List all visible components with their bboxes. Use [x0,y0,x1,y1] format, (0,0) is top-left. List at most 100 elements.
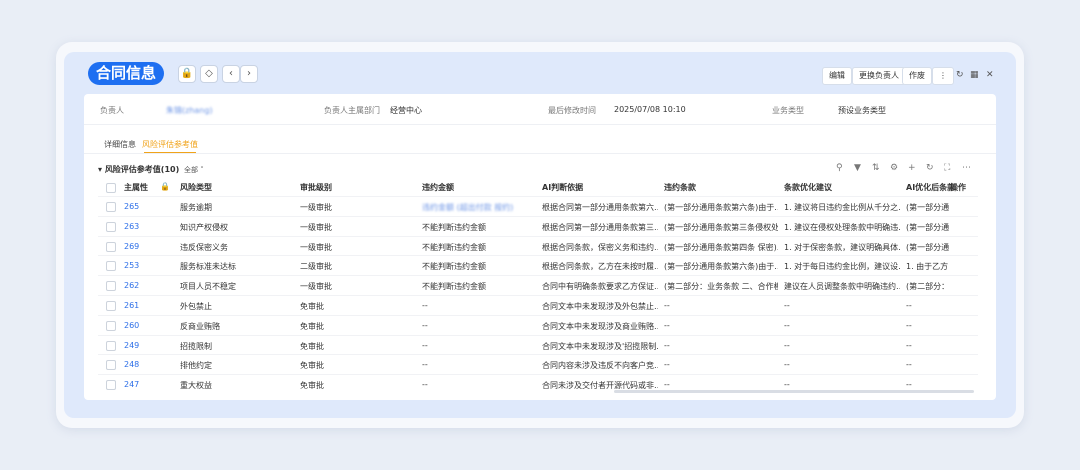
biztype-value: 预设业务类型 [838,106,886,115]
tab-risk[interactable]: 风险评估参考值 [142,139,198,150]
row-amount: 不能判断违约金额 [422,262,486,272]
table-row[interactable]: 265 服务逾期 一级审批 违约金额 (超出付款 按约) 根据合同第一部分通用条款第六…… [98,196,978,217]
filter-value: 全部 [184,166,198,174]
row-optimized: 1. 由于乙方 [906,262,949,272]
row-level: 免审批 [300,321,324,331]
row-id[interactable]: 269 [124,242,164,251]
table-row[interactable]: 248 排他约定 免审批 -- 合同内容未涉及违反不向客户竞… -- -- -- [98,354,978,375]
row-optimized: (第二部分：: [906,282,950,292]
tab-details[interactable]: 详细信息 [104,139,136,150]
fullscreen-icon[interactable]: ▦ [970,67,979,83]
close-icon[interactable]: ✕ [986,67,994,83]
th-basis[interactable]: AI判断依据 [542,182,583,193]
table-row[interactable]: 261 外包禁止 免审批 -- 合同文本中未发现涉及外包禁止… -- -- -- [98,295,978,316]
th-optimized[interactable]: AI优化后条款 [906,182,954,193]
row-advice: 1. 对于每日违约金比例，建议设… [784,262,900,272]
row-checkbox[interactable] [106,340,116,351]
void-button[interactable]: 作废 [902,67,932,85]
row-id[interactable]: 247 [124,380,164,389]
row-checkbox[interactable] [106,202,116,212]
expand-icon[interactable]: ⛶ [944,163,950,173]
tag-icon[interactable]: ◇ [200,65,218,83]
select-all-checkbox[interactable] [106,183,116,193]
row-level: 二级审批 [300,262,332,272]
next-icon[interactable]: › [240,65,258,83]
row-advice: 1. 建议将日违约金比例从千分之… [784,203,900,212]
section-title[interactable]: ▾ 风险评估参考值(10) [98,164,179,175]
owner-value[interactable]: 朱锦(zhang) [166,105,213,116]
th-type[interactable]: 风险类型 [180,182,212,193]
row-advice: -- [784,360,790,370]
biztype-label: 业务类型 [772,106,804,115]
table-row[interactable]: 263 知识产权侵权 一级审批 不能判断违约金额 根据合同第一部分通用条款第三… (第一部… [98,215,978,237]
row-id[interactable]: 249 [124,341,164,350]
more-icon[interactable]: ⋮ [932,67,954,85]
row-amount: -- [422,320,428,330]
refresh-list-icon[interactable]: ↻ [926,163,934,173]
row-amount: 违约金额 (超出付款 按约) [422,203,514,212]
modified-value: 2025/07/08 10:10 [614,105,686,114]
row-clause: (第一部分通用条款第四条 保密)… [664,242,778,252]
row-id[interactable]: 260 [124,321,164,330]
settings-icon[interactable]: ⚙ [890,163,898,173]
row-checkbox[interactable] [106,281,116,292]
table-row[interactable]: 262 项目人员不稳定 一级审批 不能判断违约金额 合同中有明确条款要求乙方保证… (第二… [98,275,978,296]
row-level: 一级审批 [300,242,332,252]
row-checkbox[interactable] [106,380,116,391]
horizontal-scrollbar[interactable] [614,390,974,393]
edit-button[interactable]: 编辑 [822,67,852,85]
row-checkbox[interactable] [106,360,116,371]
add-icon[interactable]: + [908,163,916,173]
filter-icon[interactable]: ▼ [854,163,861,173]
th-clause[interactable]: 违约条款 [664,182,696,193]
row-amount: -- [422,301,428,310]
table-row[interactable]: 260 反商业贿赂 免审批 -- 合同文本中未发现涉及商业贿赂… -- -- -- [98,314,978,336]
search-icon[interactable]: ⚲ [836,163,843,173]
table-row[interactable]: 253 服务标准未达标 二级审批 不能判断违约金额 根据合同条款，乙方在未按时履… (第一… [98,255,978,276]
prev-icon[interactable]: ‹ [222,65,240,83]
row-id[interactable]: 248 [124,360,164,369]
row-level: 一级审批 [300,203,332,212]
row-amount: -- [422,380,428,390]
row-checkbox[interactable] [106,241,116,252]
row-clause: -- [664,301,670,310]
row-id[interactable]: 261 [124,301,164,310]
row-type: 排他约定 [180,361,212,371]
row-clause: -- [664,380,670,390]
row-type: 违反保密义务 [180,242,228,252]
table-row[interactable]: 249 招揽限制 免审批 -- 合同文本中未发现涉及'招揽限制… -- -- -- [98,334,978,356]
row-id[interactable]: 265 [124,202,164,211]
row-type: 重大权益 [180,381,212,391]
row-id[interactable]: 263 [124,222,164,231]
row-amount: 不能判断违约金额 [422,282,486,292]
row-basis: 根据合同条款，保密义务和违约… [542,242,658,252]
lock-icon[interactable]: 🔒 [178,65,196,83]
th-primary[interactable]: 主属性 [124,182,148,193]
row-advice: -- [784,380,790,390]
row-type: 知识产权侵权 [180,222,228,232]
refresh-icon[interactable]: ↻ [956,67,964,83]
table-row[interactable]: 269 违反保密义务 一级审批 不能判断违约金额 根据合同条款，保密义务和违约… (第一部… [98,235,978,257]
th-level[interactable]: 审批级别 [300,182,332,193]
sort-icon[interactable]: ⇅ [872,163,880,173]
filter-dropdown[interactable]: 全部 ˅ [184,165,204,175]
row-id[interactable]: 253 [124,261,164,270]
dept-value: 经营中心 [390,106,422,115]
th-advice[interactable]: 条款优化建议 [784,182,832,193]
row-type: 服务标准未达标 [180,262,236,272]
more-list-icon[interactable]: ⋯ [962,163,971,173]
th-amount[interactable]: 违约金额 [422,182,454,193]
owner-label: 负责人 [100,106,124,115]
row-optimized: -- [906,360,912,370]
row-checkbox[interactable] [106,301,116,311]
lock-column-icon[interactable]: 🔒 [160,182,170,191]
row-basis: 根据合同条款，乙方在未按时履… [542,262,658,272]
row-advice: -- [784,320,790,330]
row-checkbox[interactable] [106,261,116,272]
change-owner-button[interactable]: 更换负责人 [852,67,906,85]
row-checkbox[interactable] [106,320,116,331]
row-id[interactable]: 262 [124,281,164,290]
row-amount: 不能判断违约金额 [422,222,486,232]
row-clause: (第一部分通用条款第六条)由于… [664,203,778,212]
row-checkbox[interactable] [106,221,116,232]
